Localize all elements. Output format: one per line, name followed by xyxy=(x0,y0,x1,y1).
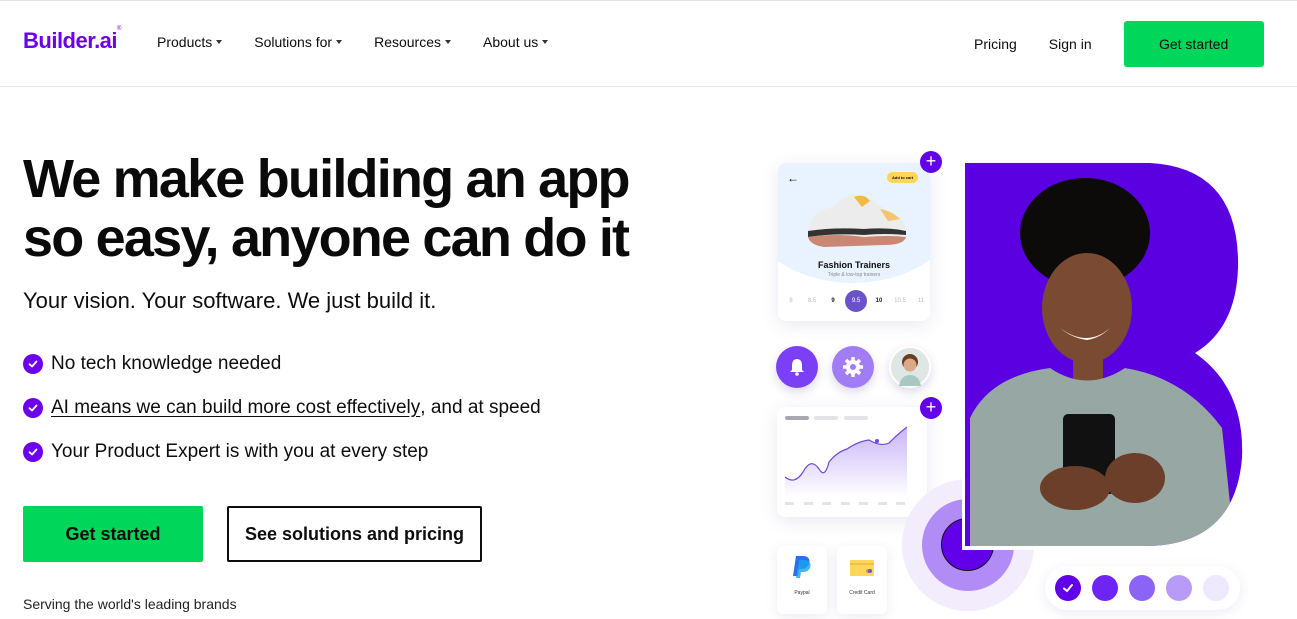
paypal-card: Paypal xyxy=(777,546,827,614)
caret-down-icon xyxy=(445,40,451,44)
feature-item: Your Product Expert is with you at every… xyxy=(23,440,541,464)
credit-card-icon xyxy=(850,560,874,576)
check-icon xyxy=(1063,584,1073,593)
product-card: ← Add to cart Fashion Trainers Triple & … xyxy=(778,163,930,321)
nav-products-label: Products xyxy=(157,34,213,50)
caret-down-icon xyxy=(216,40,223,44)
plus-icon: + xyxy=(920,397,942,419)
check-circle-icon xyxy=(23,398,43,418)
nav-solutions-label: Solutions for xyxy=(254,34,333,50)
line-chart-graphic xyxy=(784,416,908,505)
size-option: 10 xyxy=(875,298,883,304)
hero-title-line2: so easy, anyone can do it xyxy=(23,208,630,268)
check-circle-icon xyxy=(23,354,43,374)
hero-title-line1: We make building an app xyxy=(23,149,631,209)
gear-icon xyxy=(832,346,874,388)
size-option: 11 xyxy=(917,298,925,304)
caret-down-icon xyxy=(336,40,343,44)
analytics-card xyxy=(777,407,927,517)
paypal-label: Paypal xyxy=(794,590,810,596)
feature-item: No tech knowledge needed xyxy=(23,352,541,376)
pricing-link[interactable]: Pricing xyxy=(974,21,1017,67)
size-option: 10.5 xyxy=(894,298,906,304)
feature-text: No tech knowledge needed xyxy=(51,353,282,374)
paypal-icon xyxy=(793,556,811,578)
see-solutions-button[interactable]: See solutions and pricing xyxy=(227,506,482,562)
size-option-selected: 9.5 xyxy=(845,290,867,312)
get-started-button[interactable]: Get started xyxy=(23,506,203,562)
nav-about-label: About us xyxy=(483,34,539,50)
size-option: 8 xyxy=(789,298,793,304)
size-option: 8.5 xyxy=(807,298,817,304)
product-subtitle: Triple & low-top trainers xyxy=(827,272,881,278)
nav-products[interactable]: Products xyxy=(157,34,223,50)
swatch xyxy=(1129,575,1155,601)
add-to-cart-badge: Add to cart xyxy=(887,172,919,183)
feature-item: AI means we can build more cost effectiv… xyxy=(23,396,541,420)
nav-solutions[interactable]: Solutions for xyxy=(254,34,343,50)
size-selector: 8 8.5 9 9.5 10 10.5 11 xyxy=(782,290,930,312)
product-title: Fashion Trainers xyxy=(817,260,891,270)
swatch-selected xyxy=(1055,575,1081,601)
feature-text: Your Product Expert is with you at every… xyxy=(51,441,429,462)
hero-title: We make building an app so easy, anyone c… xyxy=(23,149,631,268)
main-nav: Products Solutions for Resources About u… xyxy=(157,34,580,50)
header-get-started-button[interactable]: Get started xyxy=(1123,21,1264,67)
feature-list: No tech knowledge needed AI means we can… xyxy=(23,352,541,484)
nav-resources-label: Resources xyxy=(374,34,441,50)
hero-photo-b-shape xyxy=(962,160,1247,550)
right-nav: Pricing Sign in Get started xyxy=(974,21,1264,67)
sneaker-image xyxy=(808,194,906,247)
user-avatar xyxy=(889,346,931,388)
nav-about[interactable]: About us xyxy=(483,34,549,50)
swatch xyxy=(1092,575,1118,601)
credit-card-label: Credit Card xyxy=(849,590,875,596)
feature-text: , and at speed xyxy=(420,397,541,418)
nav-resources[interactable]: Resources xyxy=(374,34,451,50)
plus-icon: + xyxy=(920,151,942,173)
serving-brands-text: Serving the world's leading brands xyxy=(23,596,237,612)
swatch xyxy=(1166,575,1192,601)
builder-ai-logo[interactable]: Builder.ai® xyxy=(23,26,121,54)
check-circle-icon xyxy=(23,442,43,462)
bell-icon xyxy=(776,346,818,388)
caret-down-icon xyxy=(542,40,549,44)
ai-cost-link[interactable]: AI means we can build more cost effectiv… xyxy=(51,397,420,419)
swatch xyxy=(1203,575,1229,601)
size-option: 9 xyxy=(831,298,835,304)
site-header: Builder.ai® Products Solutions for Resou… xyxy=(0,1,1297,87)
credit-card-card: Credit Card xyxy=(837,546,887,614)
back-arrow-icon: ← xyxy=(787,171,799,185)
hero-subtitle: Your vision. Your software. We just buil… xyxy=(23,288,437,313)
sign-in-link[interactable]: Sign in xyxy=(1049,21,1092,67)
color-swatch-card xyxy=(1045,566,1240,610)
